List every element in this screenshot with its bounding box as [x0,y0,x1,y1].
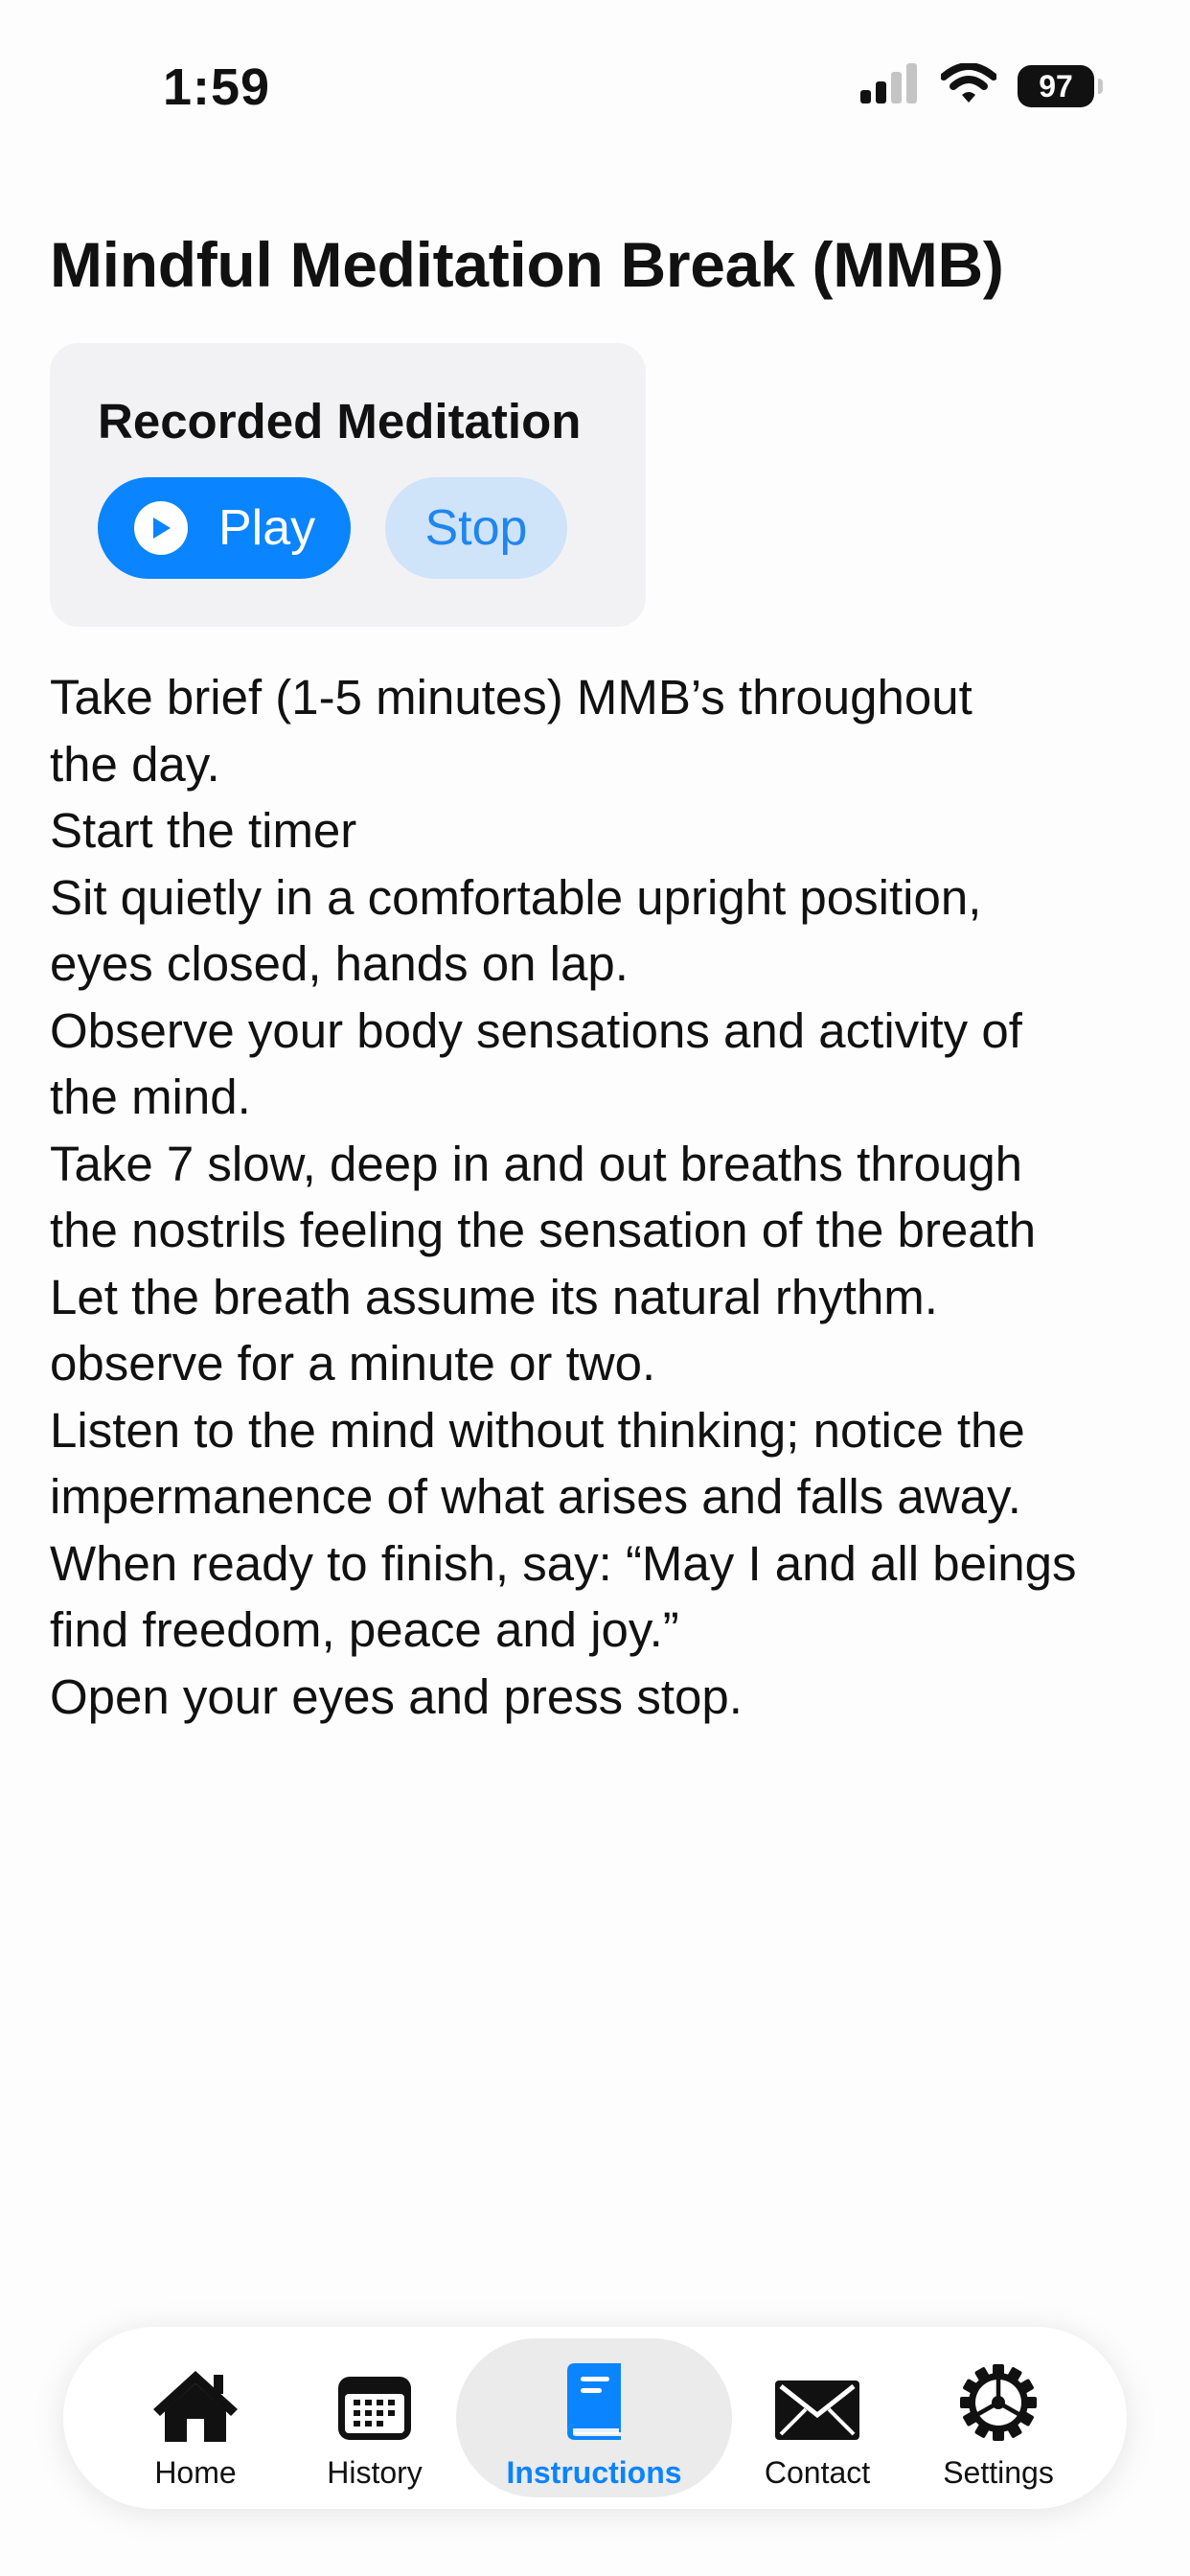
book-icon [546,2359,642,2442]
card-title: Recorded Meditation [98,394,582,448]
stop-button[interactable]: Stop [385,477,567,579]
instruction-line: Take 7 slow, deep in and out breaths thr… [50,1136,1023,1191]
status-time: 1:59 [163,58,271,116]
signal-icon [860,63,920,108]
play-circle-icon [134,501,188,555]
status-bar: 1:59 97 [0,0,1190,144]
gear-icon [950,2359,1046,2442]
battery-tip [1098,78,1103,94]
envelope-icon [769,2359,865,2442]
instruction-line: the day. [50,736,220,792]
instruction-line: Let the breath assume its natural rhythm… [50,1269,938,1324]
instruction-line: Listen to the mind without thinking; not… [50,1402,1025,1458]
tab-contact[interactable]: Contact [732,2327,903,2509]
instruction-line: Open your eyes and press stop. [50,1668,743,1724]
instruction-line: the mind. [50,1070,251,1124]
tab-bar: Home History Instructions Contact Settin… [63,2327,1127,2509]
instruction-line: find freedom, peace and joy.” [50,1602,679,1657]
instruction-line: the nostrils feeling the sensation of th… [50,1203,1037,1257]
tab-label: History [327,2455,423,2490]
tab-home[interactable]: Home [102,2327,289,2509]
instruction-line: Start the timer [50,803,357,858]
calendar-icon [327,2359,423,2442]
status-indicators: 97 [860,62,1103,108]
tab-history[interactable]: History [289,2327,460,2509]
tab-settings[interactable]: Settings [903,2327,1094,2509]
instruction-line: Observe your body sensations and activit… [50,1002,1022,1058]
instruction-line: impermanence of what arises and falls aw… [50,1469,1021,1524]
instruction-line: Take brief (1-5 minutes) MMB’s throughou… [50,670,973,724]
play-button[interactable]: Play [98,477,351,579]
tab-instructions[interactable]: Instructions [456,2327,732,2509]
wifi-icon [940,62,997,108]
instruction-line: observe for a minute or two. [50,1336,656,1391]
recorded-meditation-card: Recorded Meditation Play Stop [50,343,646,627]
tab-label: Instructions [506,2455,682,2490]
instructions-text: Take brief (1-5 minutes) MMB’s throughou… [50,664,1161,1730]
instruction-line: When ready to finish, say: “May I and al… [50,1535,1077,1591]
instruction-line: eyes closed, hands on lap. [50,936,629,991]
stop-button-label: Stop [424,500,528,556]
tab-label: Contact [764,2455,871,2490]
battery-level: 97 [1039,68,1073,104]
battery-icon: 97 [1018,64,1103,107]
house-icon [148,2359,243,2442]
page-title: Mindful Meditation Break (MMB) [50,229,1004,300]
tab-label: Home [154,2455,237,2490]
play-button-label: Play [218,500,316,556]
instruction-line: Sit quietly in a comfortable upright pos… [50,869,982,925]
tab-label: Settings [943,2455,1054,2490]
